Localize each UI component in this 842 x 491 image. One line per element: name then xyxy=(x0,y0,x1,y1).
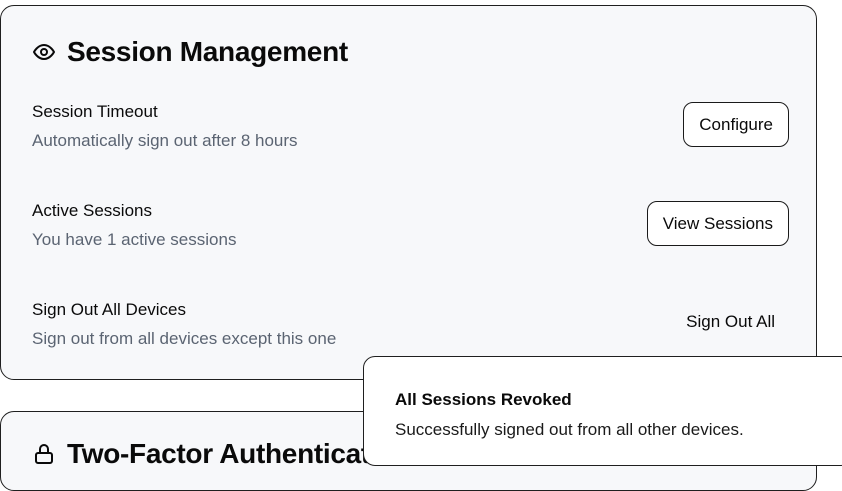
active-sessions-row: Active Sessions You have 1 active sessio… xyxy=(32,201,789,250)
eye-icon xyxy=(32,40,56,64)
sign-out-all-row: Sign Out All Devices Sign out from all d… xyxy=(32,300,789,349)
session-timeout-title: Session Timeout xyxy=(32,102,158,121)
card-title: Session Management xyxy=(67,36,348,67)
configure-button[interactable]: Configure xyxy=(683,102,789,147)
card-header: Two-Factor Authentication xyxy=(32,438,411,470)
toast-description: Successfully signed out from all other d… xyxy=(395,420,744,439)
sign-out-all-title: Sign Out All Devices xyxy=(32,300,187,319)
toast-title: All Sessions Revoked xyxy=(395,390,572,409)
session-timeout-row: Session Timeout Automatically sign out a… xyxy=(32,102,789,151)
card-header: Session Management xyxy=(32,36,348,68)
view-sessions-button[interactable]: View Sessions xyxy=(646,201,789,246)
session-management-card: Session Management Session Timeout Autom… xyxy=(0,5,817,380)
session-timeout-description: Automatically sign out after 8 hours xyxy=(32,131,298,150)
card-title: Two-Factor Authentication xyxy=(67,438,412,469)
lock-icon xyxy=(32,442,56,466)
sign-out-all-button[interactable]: Sign Out All xyxy=(686,302,775,342)
toast-notification: All Sessions Revoked Successfully signed… xyxy=(363,356,842,466)
sign-out-all-description: Sign out from all devices except this on… xyxy=(32,329,337,348)
